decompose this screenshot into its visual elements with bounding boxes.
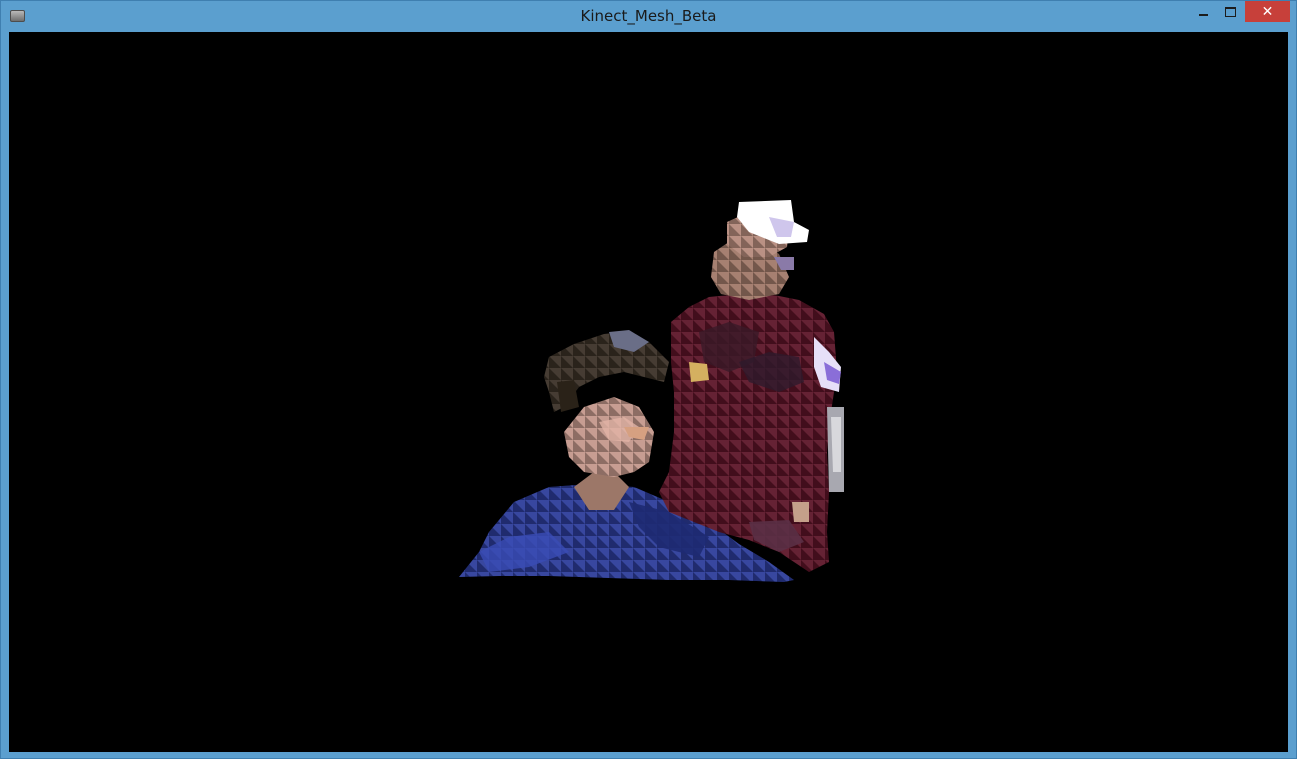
app-window: Kinect_Mesh_Beta ✕ <box>0 0 1297 759</box>
maximize-button[interactable] <box>1217 1 1244 22</box>
minimize-icon <box>1198 13 1208 16</box>
mesh-person-back <box>659 200 844 572</box>
minimize-button[interactable] <box>1189 1 1217 22</box>
render-viewport[interactable] <box>9 32 1288 752</box>
window-title: Kinect_Mesh_Beta <box>580 7 717 25</box>
maximize-icon <box>1225 6 1236 17</box>
kinect-mesh <box>459 200 844 582</box>
close-icon: ✕ <box>1261 3 1274 20</box>
title-bar[interactable]: Kinect_Mesh_Beta ✕ <box>1 1 1296 31</box>
close-button[interactable]: ✕ <box>1245 1 1290 22</box>
